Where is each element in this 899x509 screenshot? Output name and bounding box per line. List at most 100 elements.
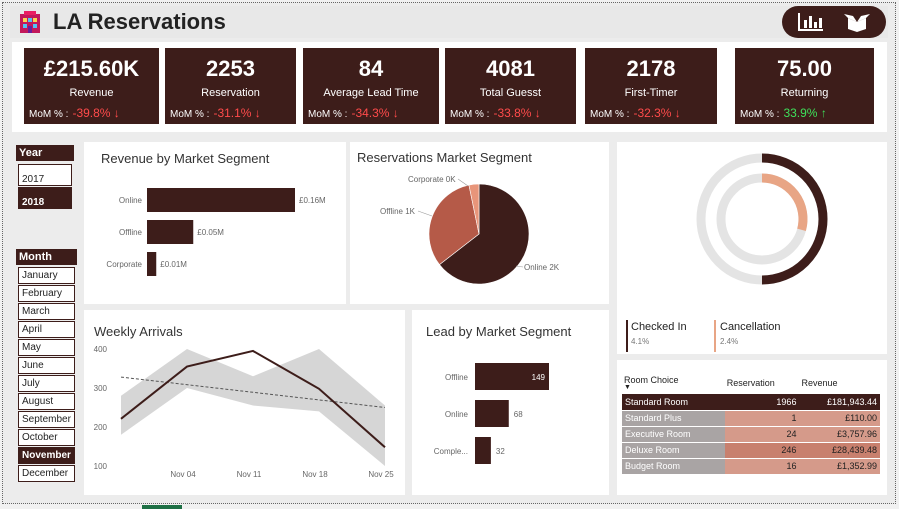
cancellation-label: Cancellation bbox=[720, 321, 781, 333]
category-label: Offline bbox=[445, 373, 469, 382]
category-label: Offline bbox=[119, 228, 143, 237]
table-row[interactable]: Standard Room 1966 £181,943.44 bbox=[622, 394, 880, 411]
checked-in-value: 4.1% bbox=[631, 337, 650, 346]
kpi-mom: MoM % : -33.8% ↓ bbox=[450, 106, 541, 120]
kpi-value: 84 bbox=[358, 56, 384, 81]
mom-label: MoM % : bbox=[170, 109, 210, 120]
kpi-value: 75.00 bbox=[776, 56, 833, 81]
category-label: Corporate bbox=[106, 260, 142, 269]
table-header-row: Room Choice ▼ Reservation Revenue bbox=[622, 372, 880, 394]
revenue-cell: £1,352.99 bbox=[799, 458, 880, 475]
kpi-card-total-guests: 4081 Total Guesst MoM % : -33.8% ↓ bbox=[445, 48, 576, 124]
revenue-cell: £28,439.48 bbox=[799, 442, 880, 459]
lead-bar-online[interactable] bbox=[475, 400, 509, 427]
kpi-label: Total Guesst bbox=[479, 87, 542, 99]
kpi-value: 2178 bbox=[626, 56, 676, 81]
mom-label: MoM % : bbox=[29, 109, 69, 120]
month-option-january[interactable]: January bbox=[18, 267, 75, 284]
table-row[interactable]: Deluxe Room 246 £28,439.48 bbox=[622, 442, 880, 459]
month-option-august[interactable]: August bbox=[18, 393, 75, 410]
room-name-cell: Standard Plus bbox=[622, 410, 725, 427]
column-header-reservation[interactable]: Reservation bbox=[725, 372, 800, 394]
kpi-label: Reservation bbox=[201, 87, 260, 99]
cancellation-value: 2.4% bbox=[720, 337, 739, 346]
kpi-value: £215.60K bbox=[43, 56, 140, 81]
month-option-november[interactable]: November bbox=[18, 447, 75, 464]
y-tick-label: 400 bbox=[94, 345, 108, 354]
mom-value: 33.9% ↑ bbox=[783, 106, 827, 120]
data-label: Corporate 0K bbox=[408, 175, 456, 184]
month-option-june[interactable]: June bbox=[18, 357, 75, 374]
reservation-cell: 1966 bbox=[724, 394, 800, 411]
lead-bar-comple[interactable] bbox=[475, 437, 491, 464]
room-name-cell: Deluxe Room bbox=[622, 442, 725, 459]
x-tick-label: Nov 18 bbox=[302, 470, 328, 479]
y-tick-label: 200 bbox=[94, 423, 108, 432]
column-header-room-choice[interactable]: Room Choice ▼ bbox=[622, 372, 725, 394]
kpi-mom: MoM % : -34.3% ↓ bbox=[308, 106, 399, 120]
table-row[interactable]: Budget Room 16 £1,352.99 bbox=[622, 458, 880, 475]
kpi-card-returning: 75.00 Returning MoM % :33.9% ↑ bbox=[735, 48, 874, 124]
column-header-label: Room Choice bbox=[624, 375, 679, 385]
cancellation-legend-marker bbox=[714, 320, 716, 352]
year-option-2017[interactable]: 2017 bbox=[18, 164, 72, 186]
kpi-card-revenue: £215.60K Revenue MoM % : -39.8% ↓ bbox=[24, 48, 159, 124]
table-row[interactable]: Standard Plus 1 £110.00 bbox=[622, 410, 880, 427]
month-option-february[interactable]: February bbox=[18, 285, 75, 302]
kpi-label: First-Timer bbox=[624, 87, 678, 99]
kpi-value: 4081 bbox=[486, 56, 535, 81]
month-option-july[interactable]: July bbox=[18, 375, 75, 392]
mom-label: MoM % : bbox=[308, 109, 348, 120]
room-choice-table: Room Choice ▼ Reservation Revenue Standar… bbox=[622, 372, 880, 475]
revenue-bar-online[interactable] bbox=[147, 188, 295, 212]
month-option-september[interactable]: September bbox=[18, 411, 75, 428]
dashboard-title: LA Reservations bbox=[53, 9, 226, 34]
reservations-segment-chart: Online 2K Offline 1K Corporate 0K bbox=[380, 175, 560, 285]
header-icon-group bbox=[782, 6, 886, 38]
month-option-december[interactable]: December bbox=[18, 465, 75, 482]
data-label: Online 2K bbox=[524, 263, 560, 272]
data-label: £0.16M bbox=[299, 196, 326, 205]
open-box-icon[interactable] bbox=[840, 10, 874, 34]
column-header-revenue[interactable]: Revenue bbox=[799, 372, 880, 394]
room-choice-rows: Standard Room 1966 £181,943.44 Standard Plu… bbox=[622, 394, 880, 475]
kpi-row: £215.60K Revenue MoM % : -39.8% ↓ 2253 Re… bbox=[12, 42, 887, 132]
month-option-april[interactable]: April bbox=[18, 321, 75, 338]
kpi-label: Average Lead Time bbox=[323, 87, 419, 99]
x-tick-label: Nov 11 bbox=[237, 470, 262, 479]
month-option-october[interactable]: October bbox=[18, 429, 75, 446]
revenue-cell: £181,943.44 bbox=[799, 394, 880, 411]
kpi-mom: MoM % : -39.8% ↓ bbox=[29, 106, 120, 120]
data-label: £0.01M bbox=[160, 260, 187, 269]
mom-label: MoM % : bbox=[450, 109, 490, 120]
category-label: Online bbox=[445, 410, 469, 419]
revenue-bar-corporate[interactable] bbox=[147, 252, 157, 276]
ring-arc-cancellation[interactable] bbox=[761, 173, 808, 232]
revenue-bar-offline[interactable] bbox=[147, 220, 194, 244]
kpi-mom: MoM % : -31.1% ↓ bbox=[170, 106, 261, 120]
checked-in-label: Checked In bbox=[631, 321, 687, 333]
room-name-cell: Executive Room bbox=[622, 426, 725, 443]
x-tick-label: Nov 25 bbox=[368, 470, 394, 479]
forecast-band bbox=[121, 349, 385, 466]
month-option-may[interactable]: May bbox=[18, 339, 75, 356]
month-option-march[interactable]: March bbox=[18, 303, 75, 320]
header-bar: LA Reservations bbox=[10, 6, 888, 38]
table-row[interactable]: Executive Room 24 £3,757.96 bbox=[622, 426, 880, 443]
y-tick-label: 300 bbox=[94, 384, 108, 393]
reservation-cell: 16 bbox=[724, 458, 800, 475]
sheet-tab-indicator bbox=[142, 505, 182, 509]
kpi-card-average-lead-time: 84 Average Lead Time MoM % : -34.3% ↓ bbox=[303, 48, 439, 124]
year-option-2018[interactable]: 2018 bbox=[18, 187, 72, 209]
kpi-card-reservation: 2253 Reservation MoM % : -31.1% ↓ bbox=[165, 48, 296, 124]
mom-value: -34.3% ↓ bbox=[351, 106, 399, 120]
month-slicer-title: Month bbox=[16, 249, 77, 265]
reservation-cell: 246 bbox=[724, 442, 800, 459]
y-tick-label: 100 bbox=[94, 462, 108, 471]
mom-label: MoM % : bbox=[590, 109, 630, 120]
reservations-segment-title: Reservations Market Segment bbox=[357, 150, 532, 165]
weekly-arrivals-chart: 100 200 300 400 Nov 04 Nov 11 Nov 18 Nov 25 bbox=[94, 345, 395, 479]
mom-value: -33.8% ↓ bbox=[493, 106, 541, 120]
mom-value: -32.3% ↓ bbox=[633, 106, 681, 120]
dashboard-chart-icon[interactable] bbox=[794, 10, 828, 34]
